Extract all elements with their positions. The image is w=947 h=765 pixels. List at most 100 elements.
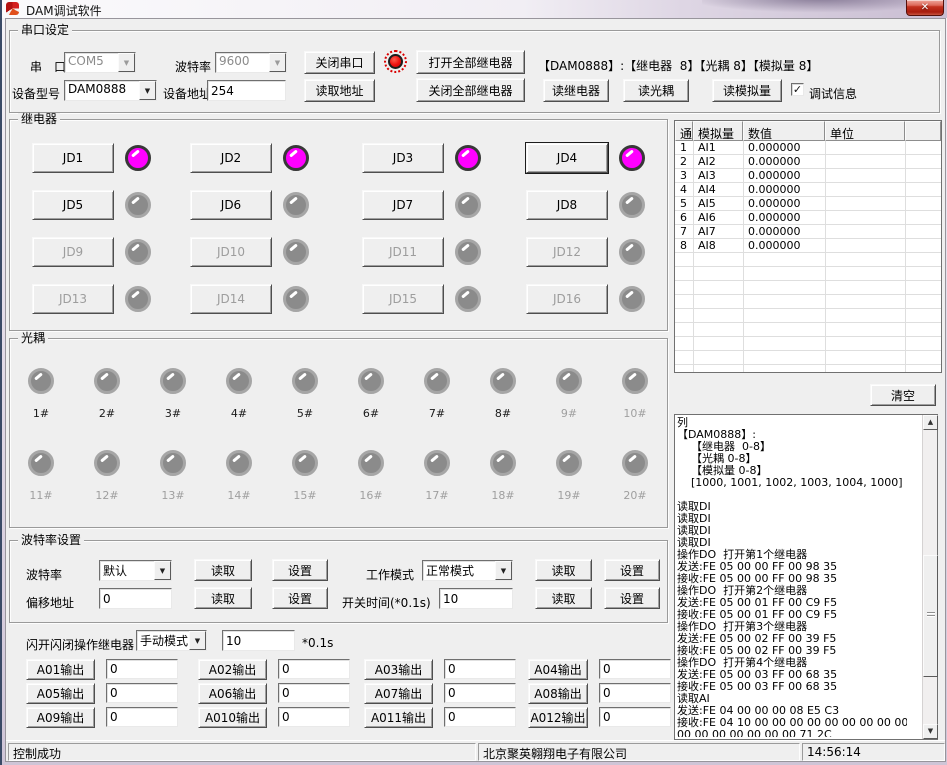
relay-button[interactable]: JD16 — [526, 284, 608, 314]
mode-set-button[interactable]: 设置 — [604, 559, 660, 581]
read-opto-button[interactable]: 读光耦 — [623, 79, 689, 102]
relay-button[interactable]: JD7 — [362, 190, 444, 220]
status-message: 控制成功 — [8, 743, 476, 761]
read-relays-button[interactable]: 读继电器 — [543, 79, 609, 102]
header-channel[interactable]: 通 — [675, 121, 693, 141]
table-row[interactable]: 2 AI2 0.000000 — [675, 155, 941, 169]
relay-button[interactable]: JD6 — [190, 190, 272, 220]
table-row[interactable]: 6 AI6 0.000000 — [675, 211, 941, 225]
offset-set-button[interactable]: 设置 — [272, 587, 328, 609]
analog-output-input[interactable] — [278, 659, 350, 679]
close-port-button[interactable]: 关闭串口 — [304, 51, 375, 74]
open-all-relays-button[interactable]: 打开全部继电器 — [416, 50, 525, 74]
read-analog-button[interactable]: 读模拟量 — [712, 79, 782, 102]
relay-button[interactable]: JD2 — [190, 143, 272, 173]
opto-cell: 12# — [74, 450, 140, 502]
chevron-down-icon[interactable]: ▼ — [269, 53, 286, 72]
relay-button[interactable]: JD10 — [190, 237, 272, 267]
analog-output-button[interactable]: A06输出 — [198, 683, 267, 704]
analog-output-input[interactable] — [444, 683, 516, 703]
analog-output-button[interactable]: A01输出 — [26, 659, 95, 680]
analog-output-input[interactable] — [106, 707, 178, 727]
chevron-down-icon[interactable]: ▼ — [495, 561, 512, 580]
baud-read-button[interactable]: 读取 — [194, 559, 252, 581]
relay-button[interactable]: JD9 — [32, 237, 114, 267]
analog-output-button[interactable]: A05输出 — [26, 683, 95, 704]
offset-address-input[interactable] — [99, 588, 172, 609]
analog-output-button[interactable]: A08输出 — [528, 683, 588, 704]
header-analog[interactable]: 模拟量 — [693, 121, 743, 141]
analog-output-button[interactable]: A07输出 — [364, 683, 433, 704]
relay-button[interactable]: JD4 — [526, 143, 608, 173]
relay-button[interactable]: JD3 — [362, 143, 444, 173]
baud-select[interactable]: 9600 ▼ — [215, 52, 287, 73]
analog-output-input[interactable] — [599, 683, 671, 703]
table-row[interactable]: 3 AI3 0.000000 — [675, 169, 941, 183]
flash-time-input[interactable] — [222, 630, 295, 651]
switch-set-button[interactable]: 设置 — [604, 587, 660, 609]
flash-mode-select[interactable]: 手动模式 ▼ — [136, 630, 207, 651]
chevron-down-icon[interactable]: ▼ — [189, 631, 206, 650]
clear-log-button[interactable]: 清空 — [870, 384, 936, 406]
analog-output-button[interactable]: A04输出 — [528, 659, 588, 680]
baud-setting-select[interactable]: 默认 ▼ — [99, 560, 172, 581]
model-select[interactable]: DAM0888 ▼ — [64, 80, 157, 101]
opto-cell: 14# — [206, 450, 272, 502]
relay-button[interactable]: JD11 — [362, 237, 444, 267]
analog-output-input[interactable] — [278, 707, 350, 727]
switch-time-input[interactable] — [439, 588, 513, 609]
table-row[interactable]: 7 AI7 0.000000 — [675, 225, 941, 239]
scrollbar-thumb[interactable] — [923, 555, 938, 677]
analog-output-input[interactable] — [599, 707, 671, 727]
opto-indicator-light — [292, 368, 318, 394]
analog-output-input[interactable] — [106, 683, 178, 703]
log-scrollbar[interactable]: ▲ ▼ — [922, 415, 937, 739]
chevron-down-icon[interactable]: ▼ — [139, 81, 156, 100]
offset-read-button[interactable]: 读取 — [194, 587, 252, 609]
table-row[interactable]: 5 AI5 0.000000 — [675, 197, 941, 211]
analog-output-button[interactable]: A011输出 — [364, 707, 433, 728]
analog-output-button[interactable]: A010输出 — [198, 707, 267, 728]
arrow-down-icon[interactable]: ▼ — [923, 724, 938, 739]
log-panel[interactable]: 列 【DAM0888】: 【继电器 0-8】 【光耦 0-8】 【模拟量 0-8… — [674, 414, 938, 740]
analog-output-input[interactable] — [106, 659, 178, 679]
close-icon[interactable]: ✕ — [906, 0, 944, 16]
analog-output-button[interactable]: A012输出 — [528, 707, 588, 728]
close-all-relays-button[interactable]: 关闭全部继电器 — [416, 78, 525, 102]
header-unit[interactable]: 单位 — [825, 121, 905, 141]
table-row[interactable]: 1 AI1 0.000000 — [675, 141, 941, 155]
switch-read-button[interactable]: 读取 — [535, 587, 592, 609]
relay-button[interactable]: JD8 — [526, 190, 608, 220]
work-mode-select[interactable]: 正常模式 ▼ — [422, 560, 513, 581]
relay-button[interactable]: JD13 — [32, 284, 114, 314]
read-address-button[interactable]: 读取地址 — [304, 79, 375, 102]
titlebar[interactable]: DAM调试软件 ✕ — [2, 0, 947, 18]
table-row[interactable]: 4 AI4 0.000000 — [675, 183, 941, 197]
relay-button[interactable]: JD1 — [32, 143, 114, 173]
table-row[interactable]: 8 AI8 0.000000 — [675, 239, 941, 253]
debug-info-checkbox[interactable]: ✓ — [791, 83, 804, 96]
analog-output-input[interactable] — [599, 659, 671, 679]
analog-output-input[interactable] — [278, 683, 350, 703]
relay-button[interactable]: JD15 — [362, 284, 444, 314]
chevron-down-icon[interactable]: ▼ — [118, 53, 135, 72]
status-clock: 14:56:14 — [802, 743, 945, 761]
arrow-up-icon[interactable]: ▲ — [923, 415, 938, 430]
header-extra[interactable] — [905, 121, 941, 141]
relay-button[interactable]: JD12 — [526, 237, 608, 267]
analog-output-button[interactable]: A03输出 — [364, 659, 433, 680]
baud-set-button[interactable]: 设置 — [272, 559, 328, 581]
port-label: 串 口 — [30, 58, 66, 75]
header-value[interactable]: 数值 — [743, 121, 825, 141]
analog-output-input[interactable] — [444, 707, 516, 727]
mode-read-button[interactable]: 读取 — [535, 559, 592, 581]
analog-output-input[interactable] — [444, 659, 516, 679]
analog-output-button[interactable]: A09输出 — [26, 707, 95, 728]
chevron-down-icon[interactable]: ▼ — [154, 561, 171, 580]
analog-output-button[interactable]: A02输出 — [198, 659, 267, 680]
device-address-input[interactable] — [207, 80, 286, 101]
relay-indicator-light — [619, 145, 645, 171]
relay-button[interactable]: JD14 — [190, 284, 272, 314]
port-select[interactable]: COM5 ▼ — [64, 52, 136, 73]
relay-button[interactable]: JD5 — [32, 190, 114, 220]
